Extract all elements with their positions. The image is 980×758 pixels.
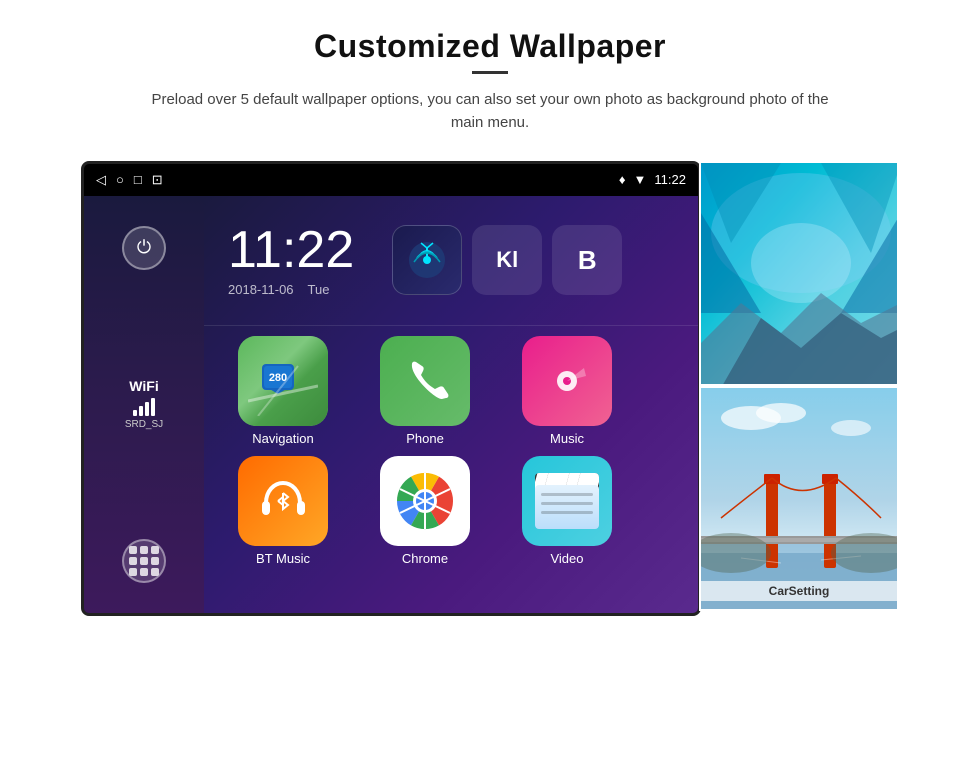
btmusic-icon-box	[238, 456, 328, 546]
clapperboard-icon	[535, 473, 599, 529]
app-item-music[interactable]: Music	[502, 336, 632, 446]
apps-row-1: 280 Navigation	[218, 336, 684, 446]
status-bar-left: ◁ ○ □ ⊡	[96, 172, 163, 188]
recent-icon[interactable]: □	[134, 172, 142, 187]
btmusic-label: BT Music	[256, 551, 310, 566]
wifi-widget[interactable]: WiFi SRD_SJ	[125, 378, 163, 430]
b-app-icon[interactable]: B	[552, 225, 622, 295]
apps-rows: 280 Navigation	[204, 326, 698, 613]
phone-icon-box	[380, 336, 470, 426]
wifi-bar-4	[151, 398, 155, 416]
carsetting-label: CarSetting	[701, 581, 897, 601]
app-item-btmusic[interactable]: BT Music	[218, 456, 348, 566]
app-item-navigation[interactable]: 280 Navigation	[218, 336, 348, 446]
navigation-icon-box: 280	[238, 336, 328, 426]
btmusic-svg	[256, 473, 311, 528]
top-info-row: 11:22 2018-11-06 Tue	[204, 196, 698, 326]
wifi-label: WiFi	[129, 378, 158, 394]
title-divider	[472, 71, 508, 74]
ki-label: Kl	[496, 247, 518, 273]
clock-date: 2018-11-06 Tue	[228, 282, 354, 297]
bridge-svg	[701, 388, 899, 611]
back-icon[interactable]: ◁	[96, 172, 106, 188]
screen-body: ⏻ WiFi SRD_SJ	[84, 196, 698, 613]
music-svg	[542, 356, 592, 406]
device-sidebar: ⏻ WiFi SRD_SJ	[84, 196, 204, 613]
status-time: 11:22	[654, 172, 686, 187]
wallpaper-ice[interactable]	[699, 161, 899, 386]
navigation-label: Navigation	[252, 431, 313, 446]
phone-svg	[400, 356, 450, 406]
page-subtitle: Preload over 5 default wallpaper options…	[150, 88, 830, 135]
b-label: B	[578, 245, 597, 276]
app-item-phone[interactable]: Phone	[360, 336, 490, 446]
wallpapers-column: CarSetting	[699, 161, 899, 611]
location-icon: ♦	[619, 172, 626, 187]
content-row: ◁ ○ □ ⊡ ♦ ▼ 11:22 ⏻	[0, 161, 980, 616]
chrome-icon-box	[380, 456, 470, 546]
power-icon: ⏻	[137, 237, 151, 258]
page-container: Customized Wallpaper Preload over 5 defa…	[0, 0, 980, 758]
music-label: Music	[550, 431, 584, 446]
wifi-bar-1	[133, 410, 137, 416]
apps-row-2: BT Music	[218, 456, 684, 566]
wifi-ssid: SRD_SJ	[125, 419, 163, 430]
clock-date-value: 2018-11-06	[228, 282, 294, 297]
wifi-bars	[133, 398, 155, 416]
screenshot-icon[interactable]: ⊡	[152, 172, 163, 188]
wallpaper-bridge[interactable]: CarSetting	[699, 386, 899, 611]
wifi-app-icon[interactable]	[392, 225, 462, 295]
apps-drawer-button[interactable]	[122, 539, 166, 583]
app-item-video[interactable]: Video	[502, 456, 632, 566]
wifi-bar-3	[145, 402, 149, 416]
page-title: Customized Wallpaper	[314, 28, 666, 65]
clock-section: 11:22 2018-11-06 Tue	[204, 196, 378, 325]
app-item-chrome[interactable]: Chrome	[360, 456, 490, 566]
clock-day: Tue	[308, 282, 330, 297]
chrome-svg	[395, 471, 455, 531]
music-icon-box	[522, 336, 612, 426]
navigation-map-svg: 280	[248, 346, 318, 416]
phone-label: Phone	[406, 431, 444, 446]
clock-time: 11:22	[228, 224, 354, 276]
wifi-signal-svg	[407, 240, 447, 280]
status-bar-right: ♦ ▼ 11:22	[619, 172, 686, 187]
ice-cave-svg	[701, 163, 899, 386]
video-label: Video	[550, 551, 583, 566]
chrome-label: Chrome	[402, 551, 448, 566]
top-app-icons: Kl B	[378, 196, 636, 325]
apps-grid-icon	[129, 546, 159, 576]
ki-app-icon[interactable]: Kl	[472, 225, 542, 295]
home-icon[interactable]: ○	[116, 172, 124, 187]
wifi-bar-2	[139, 406, 143, 416]
video-icon-box	[522, 456, 612, 546]
main-area: 11:22 2018-11-06 Tue	[204, 196, 698, 613]
wifi-icon: ▼	[634, 172, 647, 187]
power-button[interactable]: ⏻	[122, 226, 166, 270]
status-bar: ◁ ○ □ ⊡ ♦ ▼ 11:22	[84, 164, 698, 196]
device-frame: ◁ ○ □ ⊡ ♦ ▼ 11:22 ⏻	[81, 161, 701, 616]
